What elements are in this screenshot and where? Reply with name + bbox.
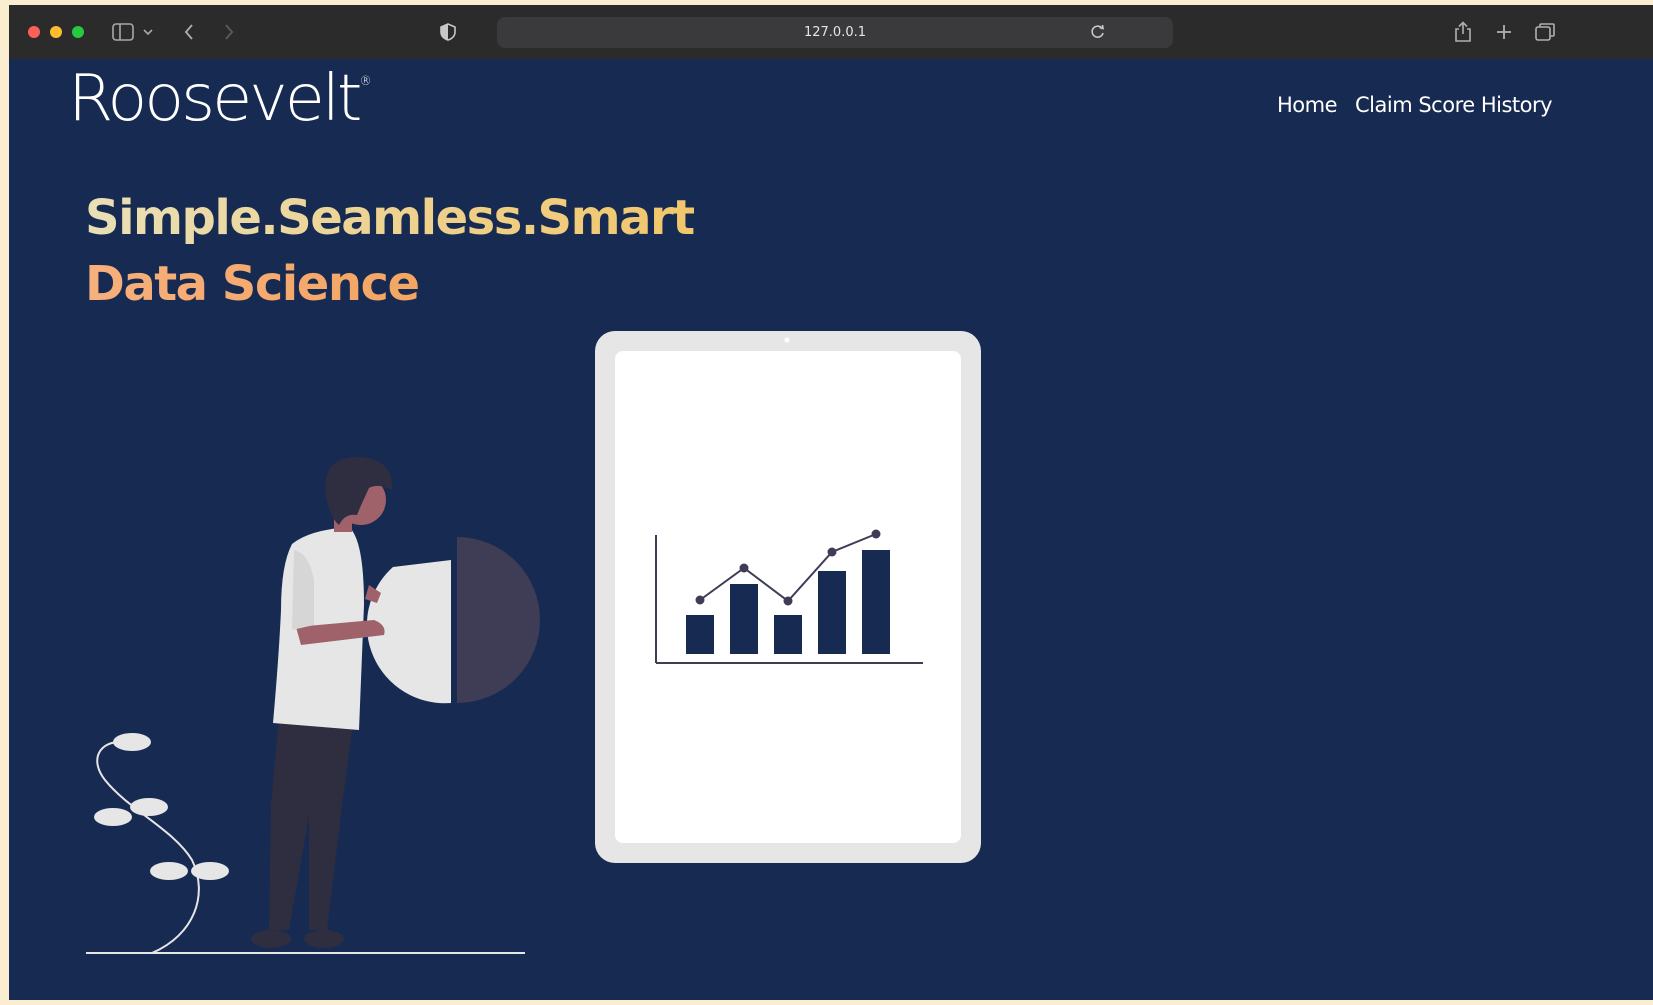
chart-bar-5 bbox=[862, 550, 890, 654]
chart-point-3 bbox=[783, 596, 793, 606]
browser-window: 127.0.0.1 Roosevelt® Home Claim Score Hi… bbox=[9, 5, 1653, 1000]
tablet-illustration bbox=[595, 331, 981, 863]
chart-bar-2 bbox=[730, 584, 758, 654]
chart-bar-3 bbox=[774, 615, 802, 654]
person-illustration bbox=[251, 456, 540, 948]
chart-point-2 bbox=[739, 563, 749, 573]
chart-bar-1 bbox=[686, 615, 714, 654]
tablet-camera bbox=[784, 337, 790, 343]
chart-bar-4 bbox=[818, 571, 846, 654]
hero-illustration bbox=[86, 331, 981, 954]
pie-dark-half bbox=[457, 537, 540, 703]
plant-illustration bbox=[94, 733, 229, 954]
chart-point-1 bbox=[695, 595, 705, 605]
chart-point-5 bbox=[871, 529, 881, 539]
chart-point-4 bbox=[827, 547, 837, 557]
